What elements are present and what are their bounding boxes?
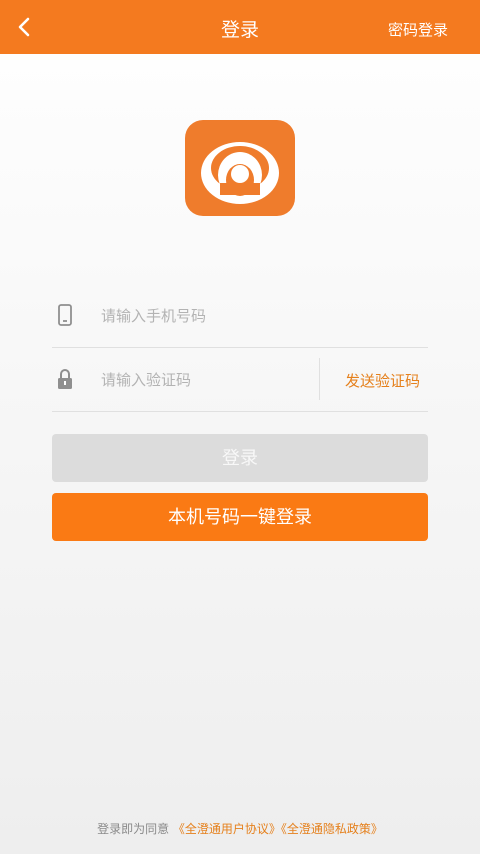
app-logo-icon [185,120,295,216]
agreement-notice: 登录即为同意 《全澄通用户协议》《全澄通隐私政策》 [0,820,480,837]
verification-code-input[interactable] [99,363,313,397]
user-agreement-link[interactable]: 《全澄通用户协议》 [173,822,281,836]
agreement-prefix: 登录即为同意 [97,822,170,836]
password-login-link[interactable]: 密码登录 [388,0,448,54]
phone-field [52,283,428,348]
login-button[interactable]: 登录 [52,434,428,482]
top-bar: 登录 密码登录 [0,0,480,54]
phone-input[interactable] [99,299,313,333]
code-field: 发送验证码 [52,347,428,412]
privacy-policy-link[interactable]: 《全澄通隐私政策》 [281,822,383,836]
send-code-button[interactable]: 发送验证码 [345,347,420,411]
lock-icon [58,369,72,389]
one-key-login-button[interactable]: 本机号码一键登录 [52,493,428,541]
divider [319,358,320,400]
phone-icon [58,304,72,326]
